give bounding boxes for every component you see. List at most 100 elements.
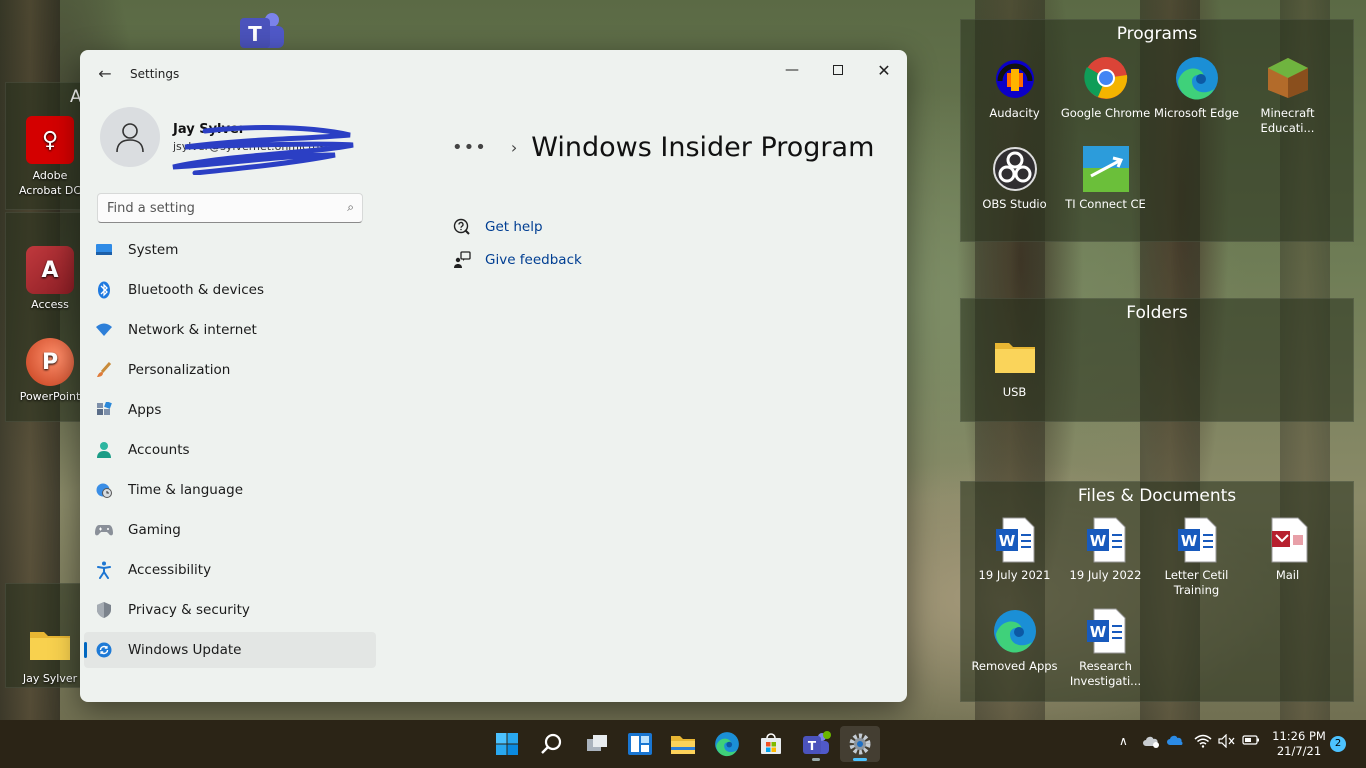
sidebar-item-network[interactable]: Network & internet [84,312,376,348]
desktop-icon-powerpoint[interactable]: P PowerPoint [13,338,87,403]
settings-icon [849,733,871,755]
fence-item-chrome[interactable]: Google Chrome [1060,48,1151,139]
minecraft-icon [1264,54,1312,102]
volume-muted-icon[interactable] [1218,733,1236,752]
fence-item-mail[interactable]: Mail [1242,510,1333,601]
gamepad-icon [84,524,124,536]
fence-title: Programs [1116,24,1198,44]
chevron-right-icon: › [510,137,518,157]
user-profile[interactable]: Jay Sylver jsylver@sylvernet.onmicrosoft [100,107,370,175]
close-button[interactable]: ✕ [861,54,907,86]
sidebar-item-time-language[interactable]: Time & language [84,472,376,508]
sidebar-item-windows-update[interactable]: Windows Update [84,632,376,668]
acrobat-icon: ♀ [26,116,74,164]
store-button[interactable] [751,726,791,762]
give-feedback-label: Give feedback [485,252,582,268]
fence-item-audacity[interactable]: Audacity [969,48,1060,139]
fence-item-doc[interactable]: W Letter Cetil Training [1151,510,1242,601]
give-feedback-link[interactable]: Give feedback [452,250,582,270]
desktop-icon-access[interactable]: A Access [13,246,87,311]
fence-item-label: OBS Studio [982,197,1047,211]
minimize-button[interactable]: — [769,54,815,86]
fence-item-label: Letter Cetil Training [1164,568,1229,597]
battery-icon[interactable] [1242,734,1260,750]
fence-item-label: USB [1002,385,1027,399]
fence-item-usb[interactable]: USB [969,327,1060,418]
access-icon-letter: A [41,257,59,283]
start-icon [496,733,518,755]
task-view-button[interactable] [577,726,617,762]
search-input[interactable] [98,194,328,222]
teams-desktop-icon[interactable]: T [238,10,286,50]
taskbar-search-button[interactable] [532,726,572,762]
fence-item-label: Mail [1275,568,1300,582]
active-indicator [853,758,867,761]
teams-taskbar-button[interactable]: T [796,726,836,762]
fence-item-ti-connect[interactable]: TI Connect CE [1060,139,1151,230]
fence-item-label: 19 July 2022 [1069,568,1142,582]
desktop-icon-jay-sylver[interactable]: Jay Sylver [13,620,87,685]
sidebar-item-system[interactable]: System [84,232,376,268]
onedrive-status-icon[interactable] [1142,734,1160,752]
sidebar-item-gaming[interactable]: Gaming [84,512,376,548]
bluetooth-icon [84,281,124,299]
clock-date: 21/7/21 [1276,744,1322,758]
edge-icon [715,732,739,757]
sidebar-item-label: Apps [128,402,162,418]
sidebar-item-personalization[interactable]: Personalization [84,352,376,388]
sidebar-item-bluetooth[interactable]: Bluetooth & devices [84,272,376,308]
fence-item-doc[interactable]: W 19 July 2022 [1060,510,1151,601]
notification-badge[interactable]: 2 [1330,736,1346,752]
word-doc-icon: W [1173,516,1221,564]
fence-item-doc[interactable]: W 19 July 2021 [969,510,1060,601]
update-icon [84,642,124,658]
programs-grid: Audacity Google Chrome Microsoft Edge Mi… [961,48,1353,230]
settings-taskbar-button[interactable] [840,726,880,762]
clock[interactable]: 11:26 PM 21/7/21 [1270,729,1328,759]
sidebar-item-label: Personalization [128,362,231,378]
title-bar[interactable]: ← Settings — ✕ [80,50,907,98]
fence-item-research[interactable]: W Research Investigati... [1060,601,1151,692]
sidebar-item-label: System [128,242,179,258]
avatar [100,107,160,167]
sidebar-item-accounts[interactable]: Accounts [84,432,376,468]
svg-text:W: W [1089,532,1106,550]
back-button[interactable]: ← [94,64,116,84]
svg-text:W: W [1180,532,1197,550]
fence-item-label: Research Investigati... [1069,659,1142,688]
fence-item-label: Removed Apps [971,659,1058,673]
clock-time: 11:26 PM [1272,729,1326,743]
widgets-button[interactable] [620,726,660,762]
cloud-icon[interactable] [1166,734,1184,750]
maximize-button[interactable] [815,54,861,86]
get-help-link[interactable]: Get help [452,217,543,237]
fence-item-minecraft[interactable]: Minecraft Educati... [1242,48,1333,139]
edge-taskbar-button[interactable] [707,726,747,762]
start-button[interactable] [487,726,527,762]
search-box[interactable]: ⌕ [97,193,363,223]
folder-icon [991,333,1039,381]
sidebar-item-label: Accessibility [128,562,212,578]
folder-icon [26,620,74,668]
wifi-icon[interactable] [1194,734,1212,752]
obs-icon [991,145,1039,193]
programs-fence: Programs Audacity Google Chrome Microsof… [960,19,1354,242]
edge-icon [991,607,1039,655]
desktop-icon-acrobat[interactable]: ♀ Adobe Acrobat DC [13,116,87,198]
settings-window: ← Settings — ✕ Jay Sylver jsylver@sylver… [80,50,907,702]
fence-item-removed-apps[interactable]: Removed Apps [969,601,1060,692]
svg-text:W: W [1089,623,1106,641]
search-icon[interactable]: ⌕ [347,200,354,215]
fence-item-label: Audacity [989,106,1040,120]
desktop-icon-label: PowerPoint [19,390,81,403]
file-explorer-button[interactable] [663,726,703,762]
sidebar-item-apps[interactable]: Apps [84,392,376,428]
chevron-up-icon[interactable]: ∧ [1119,734,1128,748]
sidebar-item-privacy-security[interactable]: Privacy & security [84,592,376,628]
fence-item-obs[interactable]: OBS Studio [969,139,1060,230]
fence-item-edge[interactable]: Microsoft Edge [1151,48,1242,139]
sidebar-item-accessibility[interactable]: Accessibility [84,552,376,588]
folders-grid: USB [961,327,1353,418]
folders-fence: Folders USB [960,298,1354,422]
breadcrumb-more-button[interactable]: ••• [452,137,487,158]
